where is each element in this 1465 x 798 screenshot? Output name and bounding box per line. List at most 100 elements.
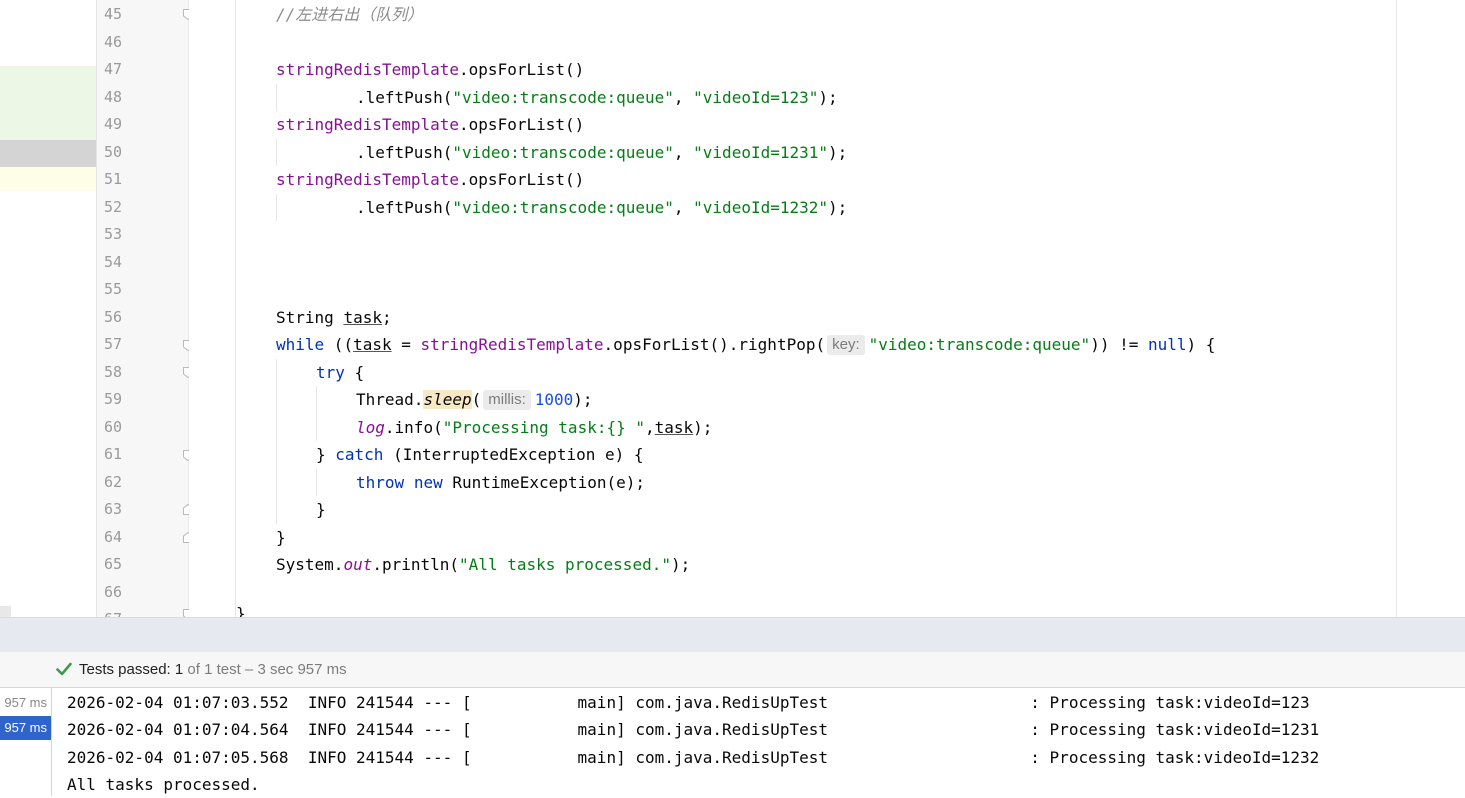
comma: , (673, 143, 694, 162)
line-number[interactable]: 48 (104, 84, 144, 111)
line-number[interactable]: 66 (104, 579, 144, 606)
sleep-method: sleep (423, 390, 472, 409)
line-number[interactable]: 63 (104, 496, 144, 523)
punctuation: ); (828, 143, 848, 162)
console-line: All tasks processed. (67, 775, 260, 794)
code-line: throw new RuntimeException(e); (356, 469, 645, 496)
code-line: while ((task = stringRedisTemplate.opsFo… (276, 331, 1215, 358)
template-field: stringRedisTemplate (276, 60, 460, 79)
diff-current-band (0, 140, 96, 167)
code-line: stringRedisTemplate.opsForList() (276, 111, 584, 138)
variable-task: task (343, 308, 382, 327)
line-number[interactable]: 65 (104, 551, 144, 578)
line-number[interactable]: 51 (104, 166, 144, 193)
line-number[interactable]: 53 (104, 221, 144, 248)
punctuation: { (344, 363, 365, 382)
out-field: out (343, 555, 373, 574)
line-number[interactable]: 47 (104, 56, 144, 83)
status-count: 1 (174, 661, 184, 678)
left-push-call: .leftPush( (356, 88, 453, 107)
indent-guide (276, 359, 277, 524)
line-number[interactable]: 58 (104, 359, 144, 386)
parameter-hint: key: (827, 335, 865, 355)
code-line: .leftPush("video:transcode:queue", "vide… (356, 84, 838, 111)
code-editor[interactable]: //左进右出（队列） stringRedisTemplate.opsForLis… (189, 0, 1396, 617)
indent-guide (316, 469, 317, 496)
code-line: stringRedisTemplate.opsForList() (276, 166, 584, 193)
line-number[interactable]: 57 (104, 331, 144, 358)
code-line: String task; (276, 304, 392, 331)
indent-guide (276, 139, 277, 166)
line-number[interactable]: 64 (104, 524, 144, 551)
line-number[interactable]: 54 (104, 249, 144, 276)
comma: , (673, 88, 694, 107)
code-line: try { (316, 359, 364, 386)
line-number[interactable]: 62 (104, 469, 144, 496)
punctuation: } (276, 528, 286, 547)
console-output[interactable]: 2026-02-04 01:07:03.552 INFO 241544 --- … (52, 688, 1465, 796)
line-number[interactable]: 46 (104, 29, 144, 56)
code-line: } (236, 600, 246, 617)
test-tree-row-duration[interactable]: 957 ms (0, 716, 51, 740)
punctuation: ); (828, 198, 848, 217)
line-number[interactable]: 49 (104, 111, 144, 138)
string-literal: "videoId=1231" (693, 143, 829, 162)
left-push-call: .leftPush( (356, 198, 453, 217)
punctuation: } (236, 604, 246, 617)
string-literal: "video:transcode:queue" (452, 143, 674, 162)
line-number[interactable]: 56 (104, 304, 144, 331)
ops-call: .opsForList() (459, 60, 585, 79)
log-field: log (356, 418, 385, 437)
line-number[interactable]: 52 (104, 194, 144, 221)
code-line: } (316, 496, 326, 523)
console-line: 2026-02-04 01:07:05.568 INFO 241544 --- … (67, 748, 1320, 767)
punctuation: } (316, 500, 326, 519)
indent-guide (276, 194, 277, 221)
code-line: stringRedisTemplate.opsForList() (276, 56, 584, 83)
line-number[interactable]: 61 (104, 441, 144, 468)
template-field: stringRedisTemplate (276, 115, 460, 134)
code-line: } (276, 524, 286, 551)
diff-added-band (0, 66, 96, 140)
vcs-change-strip (0, 0, 96, 617)
line-number[interactable]: 60 (104, 414, 144, 441)
check-icon (56, 661, 72, 681)
operator: = (391, 335, 421, 354)
punctuation: ; (381, 308, 392, 327)
console-line: 2026-02-04 01:07:04.564 INFO 241544 --- … (67, 720, 1320, 739)
line-number[interactable]: 67 (104, 606, 144, 617)
indent-guide (316, 386, 317, 441)
string-literal: "video:transcode:queue" (452, 198, 674, 217)
line-number[interactable]: 50 (104, 139, 144, 166)
test-status-bar: Tests passed: 1 of 1 test – 3 sec 957 ms (0, 652, 1465, 688)
string-literal: "videoId=123" (693, 88, 819, 107)
punctuation: (( (324, 335, 354, 354)
status-label: Tests passed: (79, 661, 175, 678)
ops-call: .opsForList() (459, 115, 585, 134)
indent-guide (276, 84, 277, 111)
variable-task: task (654, 418, 694, 437)
catch-args: (InterruptedException e) { (383, 445, 644, 464)
comma: , (673, 198, 694, 217)
test-tree[interactable]: 957 ms 957 ms (0, 688, 52, 796)
test-status-text: Tests passed: 1 of 1 test – 3 sec 957 ms (79, 652, 347, 687)
code-line: //左进右出（队列） (276, 1, 423, 28)
line-number[interactable]: 59 (104, 386, 144, 413)
keyword-new: new (413, 473, 443, 492)
type-name: String (276, 308, 344, 327)
comma: , (645, 418, 655, 437)
line-number[interactable]: 55 (104, 276, 144, 303)
run-tool-window-header[interactable] (0, 617, 1465, 653)
string-literal: "Processing task:{} " (442, 418, 645, 437)
template-field: stringRedisTemplate (420, 335, 604, 354)
thread-class: Thread. (356, 390, 424, 409)
right-margin-guide (1396, 0, 1397, 617)
line-number[interactable]: 45 (104, 1, 144, 28)
system-class: System. (276, 555, 344, 574)
punctuation: } (316, 445, 336, 464)
code-line: System.out.println("All tasks processed.… (276, 551, 690, 578)
diff-caret-band (0, 167, 96, 191)
test-tree-row-duration[interactable]: 957 ms (0, 691, 51, 715)
variable-task: task (353, 335, 392, 354)
